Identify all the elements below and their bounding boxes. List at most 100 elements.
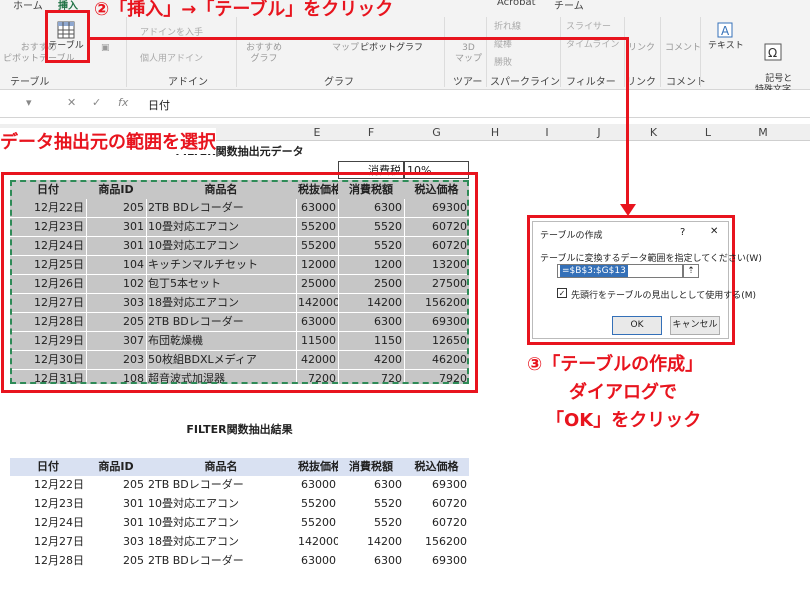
header-cell[interactable]: 商品名 <box>146 181 296 199</box>
table-cell[interactable]: 203 <box>86 351 146 369</box>
link-button[interactable]: リンク <box>628 43 655 54</box>
table-cell[interactable]: 6300 <box>338 313 404 331</box>
table-cell[interactable]: 11500 <box>296 332 338 350</box>
my-addin-button[interactable]: 個人用アドイン <box>140 51 203 64</box>
table-cell[interactable]: 5520 <box>338 514 404 532</box>
column-header-j[interactable]: J <box>573 126 625 139</box>
table-cell[interactable]: 63000 <box>296 552 338 570</box>
table-cell[interactable]: 205 <box>86 199 146 217</box>
column-header-e[interactable]: E <box>296 126 338 139</box>
table-cell[interactable]: 63000 <box>296 313 338 331</box>
header-cell[interactable]: 日付 <box>10 181 86 199</box>
help-icon[interactable]: ? <box>680 227 685 238</box>
table-cell[interactable]: 102 <box>86 275 146 293</box>
table-cell[interactable]: 18畳対応エアコン <box>146 533 296 551</box>
table-cell[interactable]: 50枚組BDXLメディア <box>146 351 296 369</box>
table-cell[interactable]: 12月24日 <box>10 514 86 532</box>
comment-button[interactable]: コメント <box>665 43 701 54</box>
sparkline-line-button[interactable]: 折れ線 <box>494 19 521 32</box>
cancel-icon[interactable]: ✕ <box>67 96 76 109</box>
table-cell[interactable]: 27500 <box>404 275 469 293</box>
column-header-i[interactable]: I <box>521 126 573 139</box>
table-cell[interactable]: 2TB BDレコーダー <box>146 476 296 494</box>
formula-input[interactable]: 日付 <box>148 97 170 113</box>
table-cell[interactable]: 55200 <box>296 218 338 236</box>
table-cell[interactable]: 2TB BDレコーダー <box>146 199 296 217</box>
table-cell[interactable]: 69300 <box>404 199 469 217</box>
table-cell[interactable]: 12月30日 <box>10 351 86 369</box>
column-header-m[interactable]: M <box>734 126 792 139</box>
table-cell[interactable]: 55200 <box>296 495 338 513</box>
table-cell[interactable]: 12月25日 <box>10 256 86 274</box>
column-header-g[interactable]: G <box>404 126 469 139</box>
table-cell[interactable]: 156200 <box>404 533 469 551</box>
header-cell[interactable]: 税抜価格 <box>296 458 338 476</box>
table-cell[interactable]: 14200 <box>338 294 404 312</box>
table-cell[interactable]: 69300 <box>404 552 469 570</box>
insert-function-icon[interactable]: fx <box>118 96 128 109</box>
table-cell[interactable]: 720 <box>338 370 404 388</box>
table-cell[interactable]: 7200 <box>296 370 338 388</box>
table-cell[interactable]: 12月27日 <box>10 533 86 551</box>
header-cell[interactable]: 消費税額 <box>338 181 404 199</box>
column-header-l[interactable]: L <box>682 126 734 139</box>
header-cell[interactable]: 商品ID <box>86 181 146 199</box>
map-chart-button[interactable]: マップ <box>332 43 359 54</box>
close-icon[interactable]: ✕ <box>710 226 718 237</box>
table-cell[interactable]: 307 <box>86 332 146 350</box>
table-cell[interactable]: 1150 <box>338 332 404 350</box>
table-cell[interactable]: 10畳対応エアコン <box>146 495 296 513</box>
table-cell[interactable]: 14200 <box>338 533 404 551</box>
table-cell[interactable]: 12月23日 <box>10 495 86 513</box>
table-cell[interactable]: 4200 <box>338 351 404 369</box>
table-cell[interactable]: 10畳対応エアコン <box>146 218 296 236</box>
header-cell[interactable]: 日付 <box>10 458 86 476</box>
column-header-k[interactable]: K <box>625 126 682 139</box>
recommended-chart-button[interactable]: おすすめ グラフ <box>246 43 282 65</box>
table-cell[interactable]: 7920 <box>404 370 469 388</box>
table-cell[interactable]: 301 <box>86 514 146 532</box>
table-cell[interactable]: 156200 <box>404 294 469 312</box>
table-cell[interactable]: 60720 <box>404 237 469 255</box>
tax-value-cell[interactable]: 10% <box>404 161 469 179</box>
table-cell[interactable]: 25000 <box>296 275 338 293</box>
table-cell[interactable]: 63000 <box>296 199 338 217</box>
table-cell[interactable]: 42000 <box>296 351 338 369</box>
table-cell[interactable]: 60720 <box>404 495 469 513</box>
table-cell[interactable]: 63000 <box>296 476 338 494</box>
ok-button[interactable]: OK <box>612 316 662 335</box>
table-cell[interactable]: 60720 <box>404 514 469 532</box>
table-cell[interactable]: 13200 <box>404 256 469 274</box>
sparkline-winloss-button[interactable]: 勝敗 <box>494 55 512 68</box>
table-cell[interactable]: 301 <box>86 218 146 236</box>
table-cell[interactable]: 12月31日 <box>10 370 86 388</box>
collapse-dialog-icon[interactable]: ⇡ <box>683 264 699 278</box>
table-cell[interactable]: 60720 <box>404 218 469 236</box>
table-cell[interactable]: 2500 <box>338 275 404 293</box>
table-cell[interactable]: 5520 <box>338 237 404 255</box>
3d-map-button[interactable]: 3D マップ <box>455 43 482 65</box>
table-cell[interactable]: 12650 <box>404 332 469 350</box>
table-cell[interactable]: キッチンマルチセット <box>146 256 296 274</box>
table-cell[interactable]: 1200 <box>338 256 404 274</box>
table-cell[interactable]: 12月27日 <box>10 294 86 312</box>
table-cell[interactable]: 12月28日 <box>10 552 86 570</box>
table-cell[interactable]: 104 <box>86 256 146 274</box>
slicer-button[interactable]: スライサー <box>566 19 611 32</box>
table-cell[interactable]: 301 <box>86 237 146 255</box>
tab-insert[interactable]: 挿入 <box>58 0 78 14</box>
pivot-chart-button[interactable]: ピボットグラフ <box>360 43 423 54</box>
table-cell[interactable]: 18畳対応エアコン <box>146 294 296 312</box>
table-cell[interactable]: 12000 <box>296 256 338 274</box>
table-cell[interactable]: 205 <box>86 476 146 494</box>
table-cell[interactable]: 超音波式加湿器 <box>146 370 296 388</box>
table-cell[interactable]: 55200 <box>296 514 338 532</box>
tab-acrobat[interactable]: Acrobat <box>497 0 536 8</box>
table-cell[interactable]: 205 <box>86 552 146 570</box>
cancel-button[interactable]: キャンセル <box>670 316 720 335</box>
table-cell[interactable]: 12月22日 <box>10 476 86 494</box>
enter-icon[interactable]: ✓ <box>92 96 101 109</box>
column-header-h[interactable]: H <box>469 126 521 139</box>
table-cell[interactable]: 6300 <box>338 476 404 494</box>
table-cell[interactable]: 12月22日 <box>10 199 86 217</box>
